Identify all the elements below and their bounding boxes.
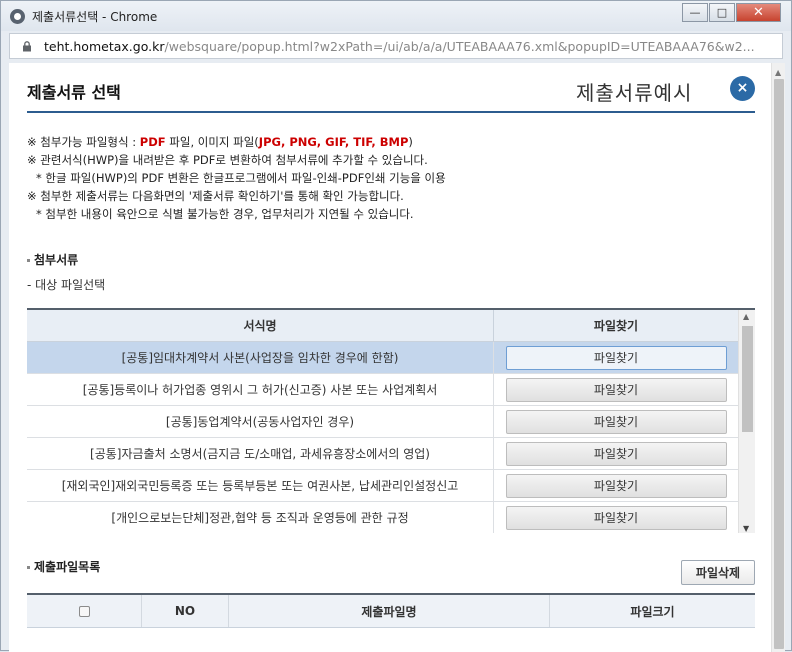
form-name: [공통]동업계약서(공동사업자인 경우) — [27, 406, 494, 437]
notice-line-4: ※ 첨부한 제출서류는 다음화면의 '제출서류 확인하기'를 통해 확인 가능합… — [27, 189, 404, 203]
browser-window: 제출서류선택 - Chrome — □ ✕ teht.hometax.go.kr… — [0, 0, 792, 652]
form-name: [재외국인]재외국민등록증 또는 등록부등본 또는 여권사본, 납세관리인설정신… — [27, 470, 494, 501]
url-text: teht.hometax.go.kr/websquare/popup.html?… — [44, 39, 755, 54]
image-formats: JPG, PNG, GIF, TIF, BMP — [258, 135, 409, 149]
attach-table: 서식명 파일찾기 [공통]임대차계약서 사본(사업장을 임차한 경우에 한함) … — [27, 308, 755, 533]
table-row[interactable]: [공통]동업계약서(공동사업자인 경우) 파일찾기 — [27, 406, 755, 438]
notice-line-3: * 한글 파일(HWP)의 PDF 변환은 한글프로그램에서 파일-인쇄-PDF… — [36, 171, 446, 185]
scroll-down-icon[interactable]: ▼ — [743, 524, 749, 533]
delete-file-button[interactable]: 파일삭제 — [681, 560, 755, 585]
lock-icon — [23, 41, 31, 52]
table-row[interactable]: [공통]등록이나 허가업종 영위시 그 허가(신고증) 사본 또는 사업계획서 … — [27, 374, 755, 406]
table-scrollbar[interactable]: ▲ ▼ — [738, 310, 755, 533]
find-file-button[interactable]: 파일찾기 — [505, 473, 727, 498]
find-file-button[interactable]: 파일찾기 — [505, 345, 727, 370]
table-row[interactable]: [재외국인]재외국민등록증 또는 등록부등본 또는 여권사본, 납세관리인설정신… — [27, 470, 755, 502]
table-row[interactable]: [개인으로보는단체]정관,협약 등 조직과 운영등에 관한 규정 파일찾기 — [27, 502, 755, 533]
col-select — [27, 595, 142, 627]
attach-table-header: 서식명 파일찾기 — [27, 310, 755, 342]
minimize-button[interactable]: — — [682, 3, 708, 22]
url-host: teht.hometax.go.kr — [44, 39, 165, 54]
title-bar: 제출서류선택 - Chrome — □ ✕ — [1, 1, 791, 31]
col-find-file: 파일찾기 — [593, 319, 639, 333]
page-scroll-thumb[interactable] — [774, 79, 784, 649]
close-icon[interactable]: × — [730, 76, 755, 101]
find-file-button[interactable]: 파일찾기 — [505, 409, 727, 434]
window-title: 제출서류선택 - Chrome — [32, 10, 158, 24]
notice-text: ※ 첨부가능 파일형식 : PDF 파일, 이미지 파일(JPG, PNG, G… — [27, 133, 446, 223]
pdf-format: PDF — [139, 135, 166, 149]
window-controls: — □ ✕ — [681, 3, 781, 22]
page-scrollbar[interactable]: ▲ — [771, 63, 785, 652]
table-row[interactable]: [공통]자금출처 소명서(금지금 도/소매업, 과세유흥장소에서의 영업) 파일… — [27, 438, 755, 470]
notice-line-1: ※ 첨부가능 파일형식 : PDF 파일, 이미지 파일(JPG, PNG, G… — [27, 135, 413, 149]
form-name: [개인으로보는단체]정관,협약 등 조직과 운영등에 관한 규정 — [27, 502, 494, 533]
address-bar[interactable]: teht.hometax.go.kr/websquare/popup.html?… — [9, 33, 783, 59]
find-file-button[interactable]: 파일찾기 — [505, 441, 727, 466]
attach-subtitle: - 대상 파일선택 — [27, 278, 106, 292]
title-divider — [27, 111, 755, 113]
attach-section-title: 첨부서류 — [27, 251, 78, 268]
app-logo-icon — [10, 9, 25, 24]
submitted-table-header: NO 제출파일명 파일크기 — [27, 593, 755, 628]
close-window-button[interactable]: ✕ — [736, 3, 781, 22]
url-path: /websquare/popup.html?w2xPath=/ui/ab/a/a… — [164, 39, 755, 54]
maximize-button[interactable]: □ — [709, 3, 735, 22]
table-row[interactable]: [공통]임대차계약서 사본(사업장을 임차한 경우에 한함) 파일찾기 — [27, 342, 755, 374]
col-filename: 제출파일명 — [229, 595, 550, 627]
page-title: 제출서류 선택 — [27, 83, 121, 102]
scroll-up-icon[interactable]: ▲ — [775, 68, 781, 77]
notice-line-2: ※ 관련서식(HWP)을 내려받은 후 PDF로 변환하여 첨부서류에 추가할 … — [27, 153, 428, 167]
notice-line-5: * 첨부한 내용이 육안으로 식별 불가능한 경우, 업무처리가 지연될 수 있… — [36, 207, 414, 221]
form-name: [공통]자금출처 소명서(금지금 도/소매업, 과세유흥장소에서의 영업) — [27, 438, 494, 469]
col-no: NO — [142, 595, 229, 627]
find-file-button[interactable]: 파일찾기 — [505, 377, 727, 402]
table-scroll-thumb[interactable] — [742, 326, 753, 432]
form-name: [공통]임대차계약서 사본(사업장을 임차한 경우에 한함) — [27, 342, 494, 373]
form-name: [공통]등록이나 허가업종 영위시 그 허가(신고증) 사본 또는 사업계획서 — [27, 374, 494, 405]
example-link[interactable]: 제출서류예시 — [576, 77, 692, 106]
select-all-checkbox[interactable] — [78, 605, 90, 617]
scroll-up-icon[interactable]: ▲ — [743, 312, 749, 321]
col-filesize: 파일크기 — [630, 604, 675, 619]
submitted-section-title: 제출파일목록 — [27, 558, 100, 575]
col-form-name: 서식명 — [27, 310, 494, 341]
find-file-button[interactable]: 파일찾기 — [505, 505, 727, 530]
popup-content: 제출서류 선택 제출서류예시 × ※ 첨부가능 파일형식 : PDF 파일, 이… — [9, 63, 771, 652]
